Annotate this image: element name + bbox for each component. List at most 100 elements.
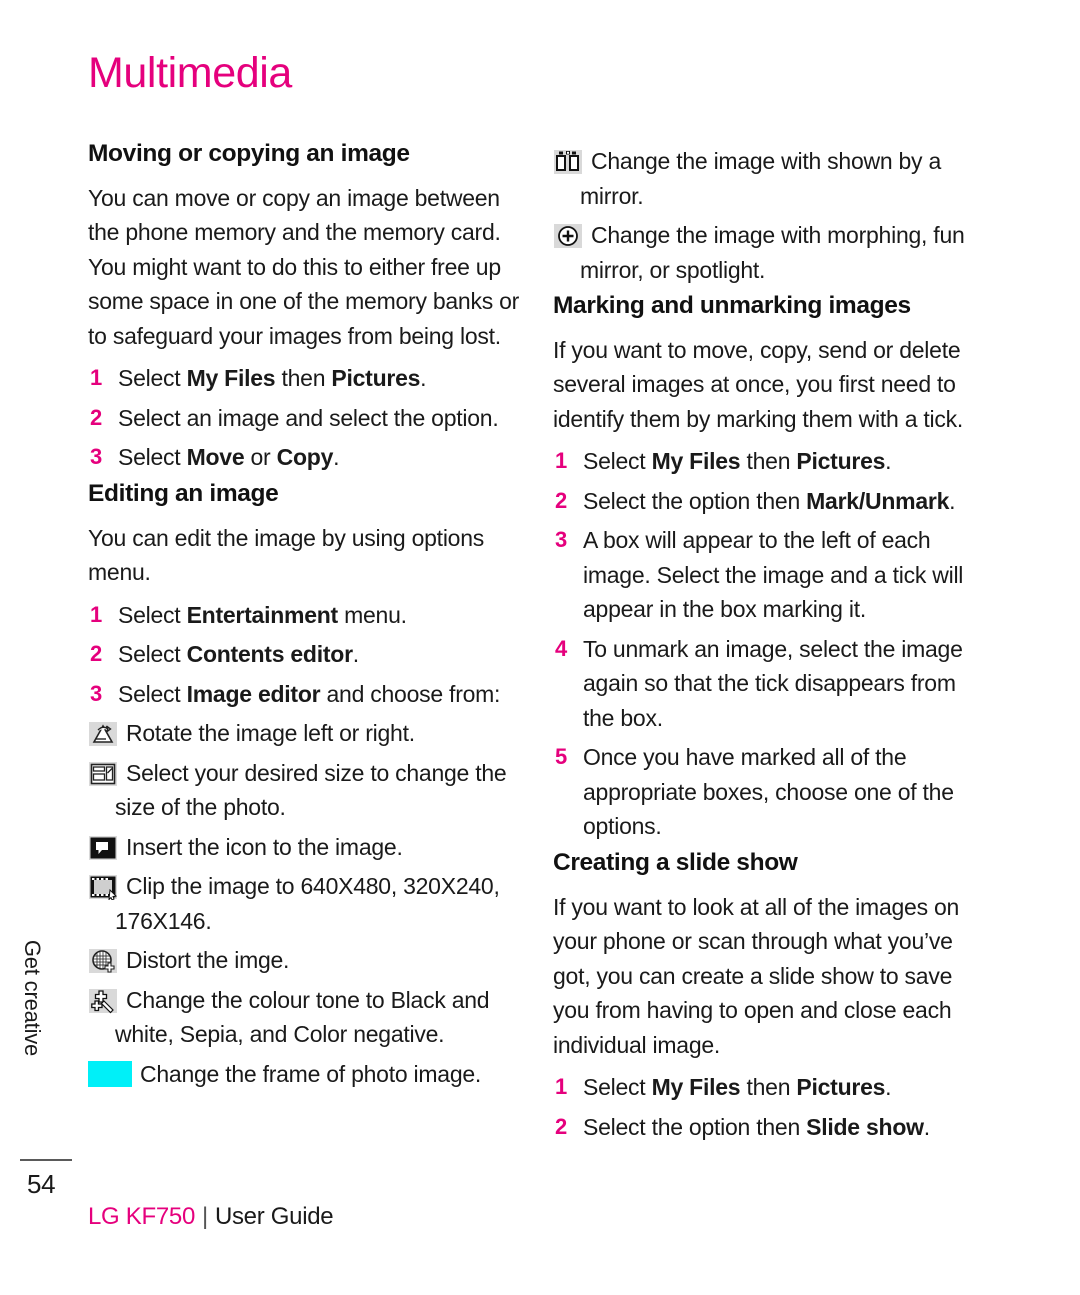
- resize-image-icon: [88, 761, 118, 787]
- section-paragraph-moving-copying: You can move or copy an image between th…: [88, 184, 520, 349]
- step-post: .: [420, 365, 427, 392]
- section-paragraph-marking-unmarking: If you want to move, copy, send or delet…: [553, 336, 964, 432]
- step-number: 1: [555, 1074, 567, 1100]
- step-text: Select: [118, 680, 187, 707]
- list-item: 2 Select the option then Slide show.: [553, 1110, 991, 1145]
- image-editor-icon-list: Rotate the image left or right. Select y…: [88, 716, 526, 1091]
- step-number: 5: [555, 744, 567, 770]
- step-text: Select: [118, 601, 187, 628]
- distort-image-icon: [88, 948, 118, 974]
- page-title: Multimedia: [88, 49, 292, 97]
- section-paragraph-creating-slide-show: If you want to look at all of the images…: [553, 893, 960, 1058]
- list-item: 2 Select the option then Mark/Unmark.: [553, 484, 991, 519]
- list-item: 1 Select My Files then Pictures.: [88, 361, 526, 396]
- icon-item-text: Rotate the image left or right.: [126, 720, 415, 747]
- section-heading-editing-image: Editing an image: [88, 479, 279, 507]
- step-text: Once you have marked all of the appropri…: [583, 744, 954, 840]
- step-text: Select: [583, 448, 652, 475]
- icon-item-text: Change the frame of photo image.: [140, 1060, 482, 1087]
- step-number: 2: [555, 487, 567, 513]
- left-column: Moving or copying an image You can move …: [88, 140, 526, 1096]
- list-item: 3 Select Move or Copy.: [88, 440, 526, 475]
- step-number: 2: [90, 404, 102, 430]
- step-post: .: [885, 448, 892, 475]
- step-bold-1: Image editor: [186, 680, 321, 707]
- step-bold-1: Move: [186, 444, 245, 471]
- steps-moving-copying: 1 Select My Files then Pictures. 2 Select …: [88, 361, 526, 475]
- frame-swatch-icon: [88, 1060, 132, 1087]
- icon-item-text: Insert the icon to the image.: [126, 833, 403, 860]
- step-text: Select the option then: [583, 487, 807, 514]
- step-number: 1: [90, 365, 102, 391]
- step-bold-2: Pictures: [796, 448, 886, 475]
- list-item: Change the image with shown by a mirror.: [553, 144, 991, 213]
- list-item: Change the colour tone to Black and whit…: [88, 983, 526, 1052]
- clip-image-icon: [88, 874, 118, 901]
- step-post: .: [333, 444, 340, 471]
- step-text: Select an image and select the option.: [118, 404, 499, 431]
- mirror-image-icon: [553, 149, 583, 175]
- icon-item-text: Distort the imge.: [126, 947, 290, 974]
- step-mid: menu.: [337, 601, 407, 628]
- list-item: Insert the icon to the image.: [88, 830, 526, 865]
- list-item: 5 Once you have marked all of the appropr…: [553, 740, 991, 844]
- step-mid: then: [740, 1074, 797, 1101]
- list-item: 4 To unmark an image, select the image ag…: [553, 632, 991, 736]
- step-mid: and choose from:: [320, 680, 501, 707]
- steps-editing-image: 1 Select Entertainment menu. 2 Select Cont…: [88, 598, 526, 712]
- section-heading-moving-copying: Moving or copying an image: [88, 140, 410, 167]
- icon-item-text: Select your desired size to change the s…: [115, 759, 507, 821]
- section-paragraph-editing-image: You can edit the image by using options …: [88, 524, 485, 586]
- step-bold-2: Pictures: [331, 365, 421, 392]
- step-number: 4: [555, 635, 567, 661]
- step-text: To unmark an image, select the image aga…: [583, 635, 963, 731]
- section-heading-creating-slide-show: Creating a slide show: [553, 848, 798, 876]
- list-item: 1 Select My Files then Pictures.: [553, 444, 991, 479]
- step-bold-1: My Files: [651, 448, 741, 475]
- step-bold-2: Copy: [276, 444, 334, 471]
- icon-item-text: Clip the image to 640X480, 320X240, 176X…: [115, 873, 500, 934]
- step-post: .: [885, 1074, 892, 1101]
- step-text: A box will appear to the left of each im…: [583, 527, 964, 623]
- icon-item-text: Change the colour tone to Black and whit…: [115, 986, 490, 1048]
- step-number: 1: [555, 448, 567, 474]
- list-item: Clip the image to 640X480, 320X240, 176X…: [88, 869, 526, 938]
- step-post: .: [352, 641, 359, 668]
- step-bold-1: My Files: [186, 365, 276, 392]
- step-mid: or: [244, 444, 277, 471]
- page-number-divider: [20, 1159, 72, 1161]
- footer-guide-label: User Guide: [214, 1203, 334, 1230]
- step-text: Select: [118, 444, 187, 471]
- footer-separator: |: [202, 1203, 208, 1230]
- step-number: 2: [555, 1113, 567, 1139]
- page-number: 54: [27, 1169, 56, 1199]
- list-item: 1 Select Entertainment menu.: [88, 598, 526, 633]
- icon-item-text: Change the image with shown by a mirror.: [580, 148, 941, 209]
- step-text: Select the option then: [583, 1113, 807, 1140]
- icon-item-text: Change the image with morphing, fun mirr…: [580, 222, 965, 283]
- step-post: .: [949, 487, 956, 514]
- step-number: 1: [90, 601, 102, 627]
- step-bold-1: Mark/Unmark: [806, 487, 950, 514]
- step-bold-1: Slide show: [806, 1113, 924, 1140]
- footer-brand: LG KF750: [88, 1203, 195, 1230]
- list-item: 3 A box will appear to the left of each i…: [553, 523, 991, 627]
- list-item: Change the frame of photo image.: [88, 1057, 526, 1092]
- step-number: 3: [90, 680, 102, 706]
- list-item: Distort the imge.: [88, 943, 526, 978]
- insert-icon-icon: [88, 835, 118, 861]
- side-tab-text: Get creative: [20, 939, 45, 1057]
- step-text: Select: [118, 641, 187, 668]
- step-number: 3: [90, 444, 102, 470]
- image-editor-icon-list-continued: Change the image with shown by a mirror.…: [553, 144, 991, 287]
- step-bold-1: Entertainment: [186, 601, 339, 628]
- list-item: 1 Select My Files then Pictures.: [553, 1070, 991, 1105]
- steps-marking-unmarking: 1 Select My Files then Pictures. 2 Select …: [553, 444, 991, 844]
- side-tab-chapter-label: Get creative: [20, 940, 62, 1158]
- step-text: Select: [118, 365, 187, 392]
- list-item: Rotate the image left or right.: [88, 716, 526, 751]
- list-item: 3 Select Image editor and choose from:: [88, 677, 526, 712]
- step-bold-1: Contents editor: [186, 641, 353, 668]
- step-bold-2: Pictures: [796, 1074, 886, 1101]
- step-mid: then: [740, 448, 797, 475]
